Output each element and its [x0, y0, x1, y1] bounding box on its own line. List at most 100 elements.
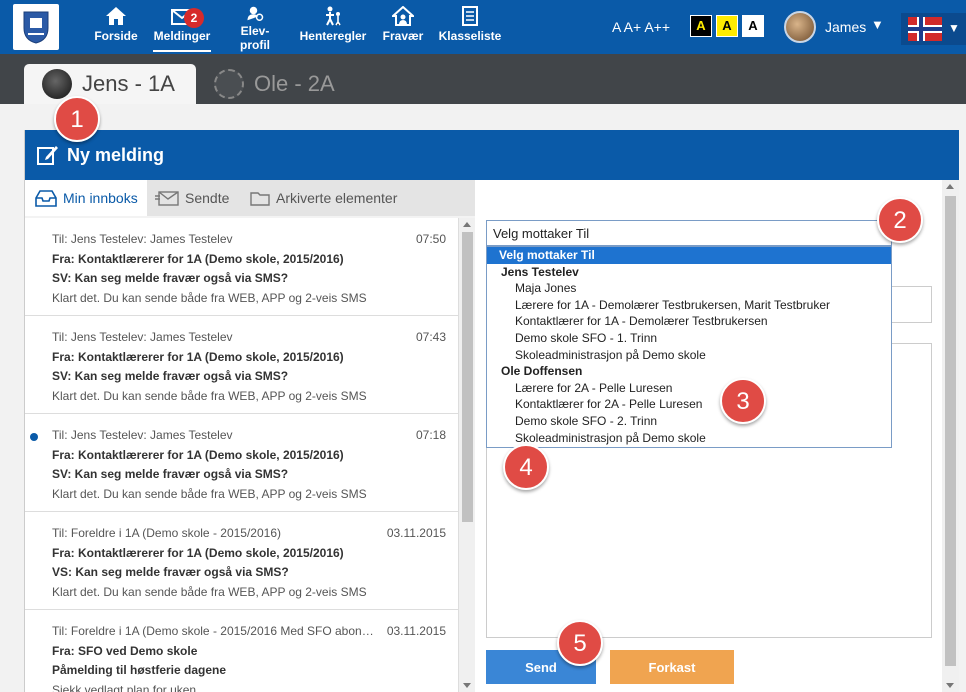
dropdown-option[interactable]: Skoleadministrasjon på Demo skole: [487, 347, 891, 364]
school-logo[interactable]: [13, 4, 59, 50]
folder-label: Arkiverte elementer: [276, 190, 398, 206]
message-preview: Klart det. Du kan sende både fra WEB, AP…: [52, 584, 367, 599]
message-item[interactable]: Til: Foreldre i 1A (Demo skole - 2015/20…: [25, 610, 458, 692]
norway-flag-icon: [908, 17, 942, 41]
message-list-scrollbar[interactable]: [458, 218, 475, 692]
message-subject: SV: Kan seg melde fravær også via SMS?: [52, 369, 289, 383]
tab-student-jens[interactable]: Jens - 1A: [24, 64, 196, 104]
nav-label: Henteregler: [299, 29, 367, 43]
contrast-yellow-black-button[interactable]: A: [716, 15, 738, 37]
inbox-panel: Min innboks Sendte Arkiverte elementer T…: [25, 180, 475, 692]
message-sender: Fra: Kontaktlærerer for 1A (Demo skole, …: [52, 545, 344, 560]
tab-sendte[interactable]: Sendte: [155, 180, 229, 216]
message-time: 07:18: [415, 428, 446, 442]
discard-button[interactable]: Forkast: [610, 650, 734, 684]
message-recipient: Til: Jens Testelev: James Testelev: [52, 330, 233, 344]
dropdown-option[interactable]: Maja Jones: [487, 280, 891, 297]
message-list: Til: Jens Testelev: James Testelev 07:50…: [25, 218, 458, 692]
message-time: 07:50: [415, 232, 446, 246]
chevron-down-icon: ▼: [948, 21, 960, 35]
folder-label: Sendte: [185, 190, 230, 206]
folder-tabs: Min innboks Sendte Arkiverte elementer: [25, 180, 475, 216]
message-preview: Klart det. Du kan sende både fra WEB, AP…: [52, 290, 367, 305]
message-time: 03.11.2015: [386, 526, 446, 540]
recipient-select[interactable]: Velg mottaker Til: [486, 220, 892, 246]
language-selector[interactable]: ▼: [901, 13, 966, 45]
nav-elev-profil[interactable]: Elev-profil: [226, 6, 284, 52]
scrollbar-thumb[interactable]: [945, 196, 956, 666]
message-count-badge: 2: [184, 8, 204, 28]
message-item[interactable]: Til: Jens Testelev: James Testelev 07:43…: [25, 316, 458, 414]
nav-forside[interactable]: Forside: [94, 6, 138, 52]
message-panel: Ny melding Min innboks Sendte Arkiverte …: [24, 130, 959, 692]
message-recipient: Til: Jens Testelev: James Testelev: [52, 232, 233, 246]
nav-label: Elev-profil: [240, 24, 270, 52]
nav-henteregler[interactable]: Henteregler: [299, 6, 367, 52]
classlist-icon: [462, 6, 478, 26]
message-subject: SV: Kan seg melde fravær også via SMS?: [52, 467, 289, 481]
scrollbar-thumb[interactable]: [462, 232, 473, 522]
callout-3: 3: [720, 378, 766, 424]
callout-1: 1: [54, 96, 100, 142]
scroll-down-icon[interactable]: [463, 683, 471, 688]
compose-scrollbar[interactable]: [942, 180, 959, 692]
font-size-controls[interactable]: A A+ A++: [612, 19, 670, 35]
nav-label: Klasseliste: [438, 29, 502, 43]
nav-label: Fravær: [382, 29, 424, 43]
contrast-default-button[interactable]: A: [742, 15, 764, 37]
dropdown-option[interactable]: Skoleadministrasjon på Demo skole: [487, 430, 891, 447]
compose-icon: [37, 146, 58, 165]
contrast-black-yellow-button[interactable]: A: [690, 15, 712, 37]
tab-label: Jens - 1A: [82, 71, 175, 96]
content-area: Ny melding Min innboks Sendte Arkiverte …: [0, 104, 966, 692]
student-avatar-placeholder-icon: [214, 69, 244, 99]
archive-icon: [250, 192, 270, 206]
dropdown-group-header: Jens Testelev: [501, 264, 579, 279]
message-preview: Klart det. Du kan sende både fra WEB, AP…: [52, 388, 367, 403]
scroll-up-icon[interactable]: [946, 184, 954, 189]
dropdown-option[interactable]: Kontaktlærer for 1A - Demolærer Testbruk…: [487, 313, 891, 330]
message-item[interactable]: Til: Foreldre i 1A (Demo skole - 2015/20…: [25, 512, 458, 610]
tab-student-ole[interactable]: Ole - 2A: [214, 64, 335, 104]
dropdown-option[interactable]: Lærere for 1A - Demolærer Testbrukersen,…: [487, 297, 891, 314]
user-name[interactable]: James: [825, 19, 866, 35]
message-time: 07:43: [415, 330, 446, 344]
message-subject: Påmelding til høstferie dagene: [52, 663, 227, 677]
tab-arkiverte-elementer[interactable]: Arkiverte elementer: [250, 180, 397, 216]
page-title: Ny melding: [67, 144, 165, 165]
user-avatar[interactable]: [784, 11, 816, 43]
dropdown-group-header: Ole Doffensen: [501, 364, 583, 379]
scroll-up-icon[interactable]: [463, 222, 471, 227]
folder-label: Min innboks: [63, 190, 138, 206]
nav-fravaer[interactable]: Fravær: [382, 6, 424, 52]
dropdown-option[interactable]: Velg mottaker Til: [487, 247, 891, 264]
message-sender: Fra: Kontaktlærerer for 1A (Demo skole, …: [52, 447, 344, 462]
message-item-unread[interactable]: Til: Jens Testelev: James Testelev 07:18…: [25, 414, 458, 512]
nav-label: Meldinger: [153, 29, 211, 43]
message-preview: Sjekk vedlagt plan for uken.: [52, 682, 200, 692]
inbox-icon: [35, 190, 57, 207]
dropdown-option[interactable]: Lærere for 2A - Pelle Luresen: [487, 380, 891, 397]
tab-label: Ole - 2A: [254, 71, 335, 96]
scroll-down-icon[interactable]: [946, 683, 954, 688]
nav-klasseliste[interactable]: Klasseliste: [439, 6, 501, 52]
home-icon: [106, 7, 126, 25]
dropdown-option[interactable]: Demo skole SFO - 2. Trinn: [487, 413, 891, 430]
message-subject: SV: Kan seg melde fravær også via SMS?: [52, 271, 289, 285]
callout-2: 2: [877, 197, 923, 243]
pickup-icon: [326, 6, 341, 26]
absence-icon: [392, 6, 414, 26]
message-sender: Fra: Kontaktlærerer for 1A (Demo skole, …: [52, 251, 344, 266]
callout-5: 5: [557, 620, 603, 666]
dropdown-option[interactable]: Kontaktlærer for 2A - Pelle Luresen: [487, 396, 891, 413]
message-item[interactable]: Til: Jens Testelev: James Testelev 07:50…: [25, 218, 458, 316]
recipient-dropdown-list: Velg mottaker Til Jens Testelev Maja Jon…: [486, 246, 892, 448]
sent-icon: [155, 191, 179, 206]
chevron-down-icon[interactable]: ▼: [871, 17, 884, 32]
crest-icon: [23, 11, 49, 44]
dropdown-option[interactable]: Demo skole SFO - 1. Trinn: [487, 330, 891, 347]
tab-min-innboks[interactable]: Min innboks: [25, 180, 147, 216]
profile-icon: [247, 6, 264, 21]
new-message-header: Ny melding: [25, 130, 959, 180]
message-preview: Klart det. Du kan sende både fra WEB, AP…: [52, 486, 367, 501]
